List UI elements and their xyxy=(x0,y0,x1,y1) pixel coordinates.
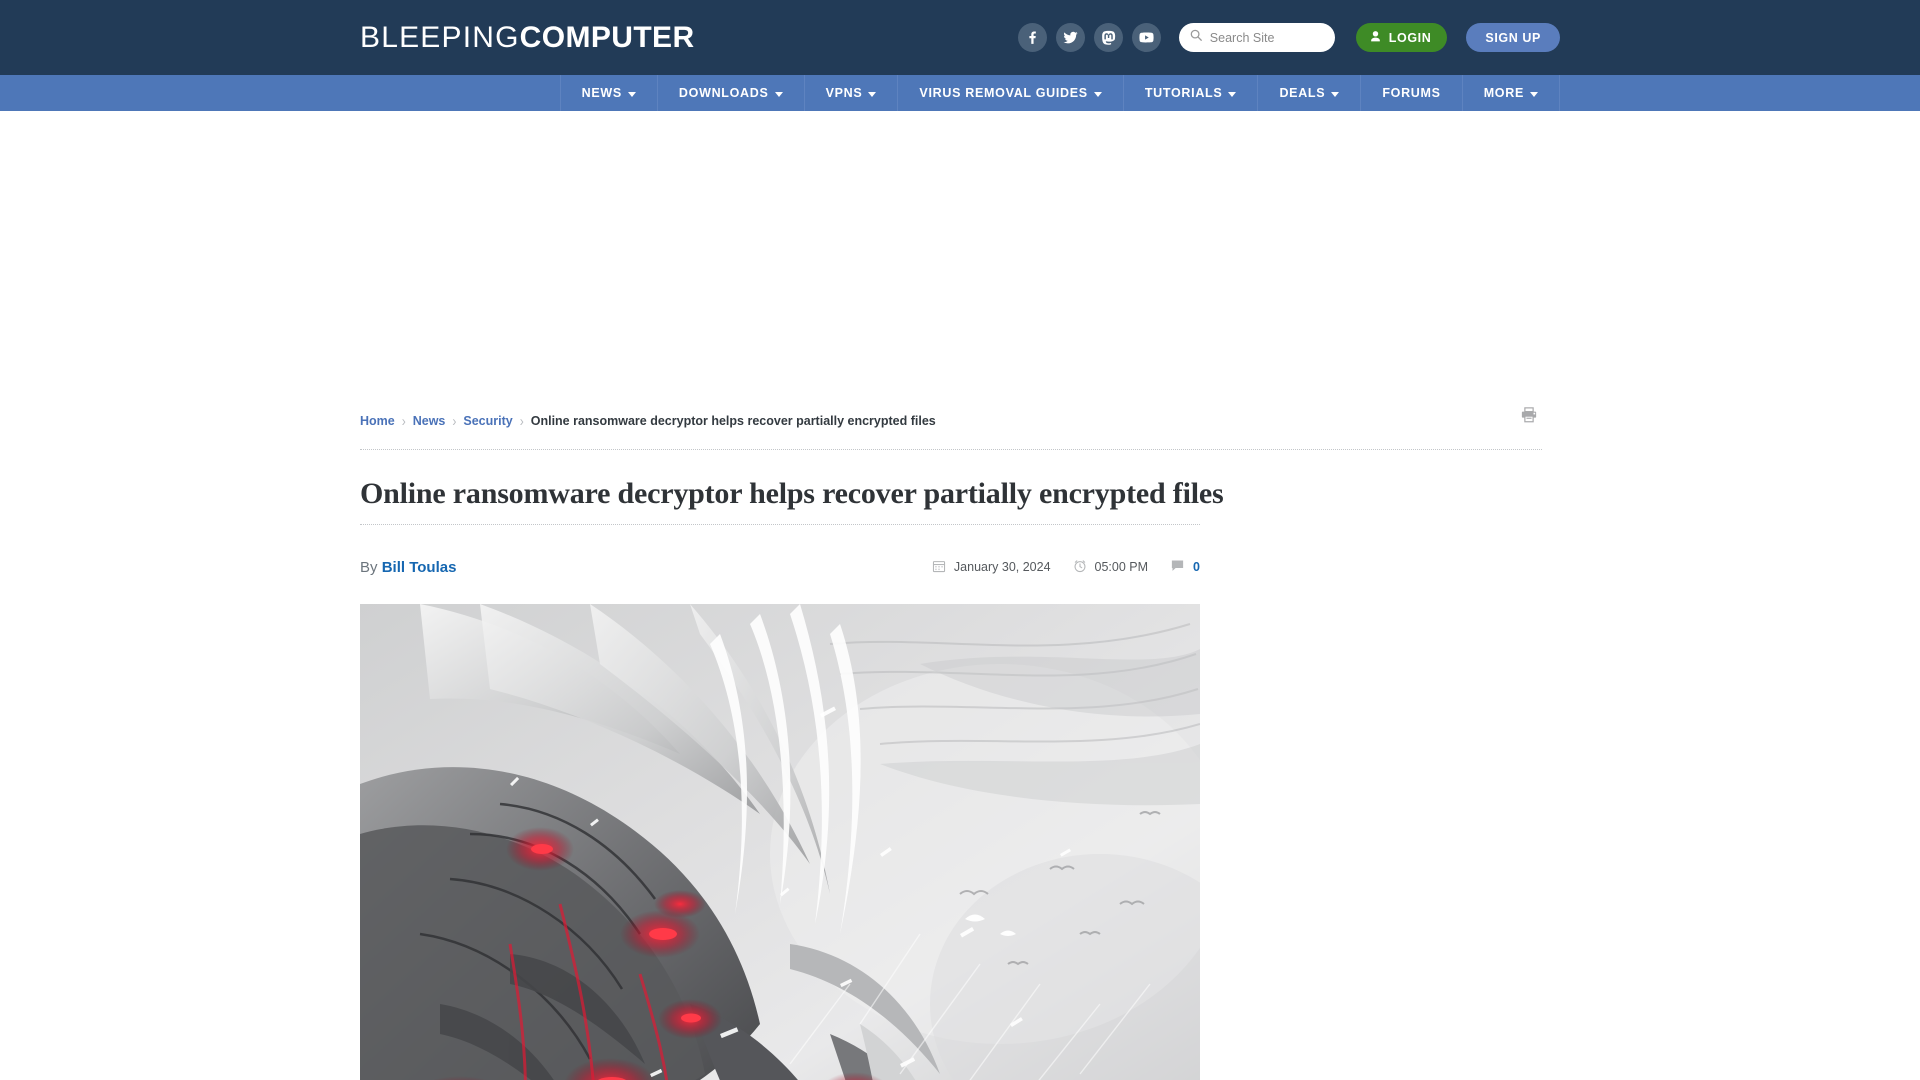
mastodon-icon[interactable] xyxy=(1093,23,1123,52)
byline: By Bill Toulas xyxy=(360,559,456,576)
login-button[interactable]: LOGIN xyxy=(1355,23,1448,52)
page-title: Online ransomware decryptor helps recove… xyxy=(360,477,1224,510)
header-right-group: LOGIN SIGN UP xyxy=(1017,23,1560,52)
nav-label: FORUMS xyxy=(1382,86,1441,100)
youtube-icon[interactable] xyxy=(1131,23,1161,52)
search-icon xyxy=(1189,28,1203,47)
signup-button[interactable]: SIGN UP xyxy=(1466,23,1560,52)
nav-item-more[interactable]: MORE xyxy=(1461,75,1560,111)
logo-text-bold: COMPUTER xyxy=(519,20,695,54)
login-button-label: LOGIN xyxy=(1388,30,1432,45)
breadcrumb-row: Home › News › Security › Online ransomwa… xyxy=(360,406,1560,436)
nav-item-downloads[interactable]: DOWNLOADS xyxy=(656,75,804,111)
user-icon xyxy=(1369,30,1382,46)
hero-artwork xyxy=(360,604,1200,1080)
chevron-down-icon xyxy=(627,91,636,97)
breadcrumb: Home › News › Security › Online ransomwa… xyxy=(360,412,936,430)
nav-label: DEALS xyxy=(1279,86,1326,100)
breadcrumb-item-news[interactable]: News xyxy=(413,414,446,428)
nav-item-news[interactable]: NEWS xyxy=(559,75,657,111)
nav-label: DOWNLOADS xyxy=(678,86,769,100)
twitter-icon[interactable] xyxy=(1055,23,1085,52)
chevron-down-icon xyxy=(1093,91,1102,97)
chevron-down-icon xyxy=(1530,91,1538,97)
main-navigation: NEWS DOWNLOADS VPNS VIRUS REMOVAL GUIDES… xyxy=(0,75,1920,111)
nav-label: VIRUS REMOVAL GUIDES xyxy=(919,86,1088,100)
breadcrumb-separator-icon: › xyxy=(519,412,524,430)
nav-item-vpns[interactable]: VPNS xyxy=(803,75,898,111)
publish-date-text: January 30, 2024 xyxy=(953,560,1051,574)
nav-label: TUTORIALS xyxy=(1144,86,1223,100)
nav-label: NEWS xyxy=(581,86,622,100)
headline-divider xyxy=(360,524,1200,525)
breadcrumb-separator-icon: › xyxy=(401,412,406,430)
breadcrumb-item-current: Online ransomware decryptor helps recove… xyxy=(530,414,936,428)
chevron-down-icon xyxy=(868,91,877,97)
search-box[interactable] xyxy=(1178,23,1335,52)
facebook-icon[interactable] xyxy=(1017,23,1047,52)
clock-icon xyxy=(1073,559,1087,576)
comment-count-text: 0 xyxy=(1193,560,1200,574)
chevron-down-icon xyxy=(1331,91,1340,97)
search-input[interactable] xyxy=(1209,30,1325,45)
social-links xyxy=(1017,23,1161,52)
nav-item-forums[interactable]: FORUMS xyxy=(1360,75,1461,111)
logo-text-light: BLEEPING xyxy=(360,20,520,54)
breadcrumb-separator-icon: › xyxy=(452,412,457,430)
comment-count[interactable]: 0 xyxy=(1170,558,1200,576)
calendar-icon xyxy=(932,559,946,576)
breadcrumb-divider xyxy=(360,449,1542,450)
nav-label: VPNS xyxy=(825,86,863,100)
comment-icon xyxy=(1170,558,1185,576)
publish-time: 05:00 PM xyxy=(1073,559,1149,576)
nav-item-tutorials[interactable]: TUTORIALS xyxy=(1122,75,1258,111)
byline-prefix: By xyxy=(360,558,378,576)
article-meta-row: By Bill Toulas January 30, 2024 05:00 PM… xyxy=(360,558,1200,576)
nav-inner: NEWS DOWNLOADS VPNS VIRUS REMOVAL GUIDES… xyxy=(360,75,1560,111)
publish-date: January 30, 2024 xyxy=(932,559,1051,576)
nav-item-virus-removal-guides[interactable]: VIRUS REMOVAL GUIDES xyxy=(897,75,1122,111)
chevron-down-icon xyxy=(774,91,783,97)
chevron-down-icon xyxy=(1228,91,1237,97)
site-header: BLEEPINGCOMPUTER Search Site LOGIN SIGN … xyxy=(0,0,1920,75)
author-link[interactable]: Bill Toulas xyxy=(382,559,457,576)
breadcrumb-item-home[interactable]: Home xyxy=(360,414,395,428)
advertisement-slot xyxy=(360,111,1560,406)
nav-label: MORE xyxy=(1483,86,1524,100)
publish-time-text: 05:00 PM xyxy=(1094,560,1149,574)
article-container: Home › News › Security › Online ransomwa… xyxy=(360,406,1560,1080)
breadcrumb-item-security[interactable]: Security xyxy=(463,414,512,428)
article-hero-image xyxy=(360,604,1200,1080)
signup-button-label: SIGN UP xyxy=(1485,30,1541,45)
print-icon[interactable] xyxy=(1520,406,1538,429)
header-inner: BLEEPINGCOMPUTER Search Site LOGIN SIGN … xyxy=(360,0,1560,75)
site-logo[interactable]: BLEEPINGCOMPUTER xyxy=(360,21,695,55)
meta-group: January 30, 2024 05:00 PM 0 xyxy=(932,558,1200,576)
nav-item-deals[interactable]: DEALS xyxy=(1257,75,1360,111)
